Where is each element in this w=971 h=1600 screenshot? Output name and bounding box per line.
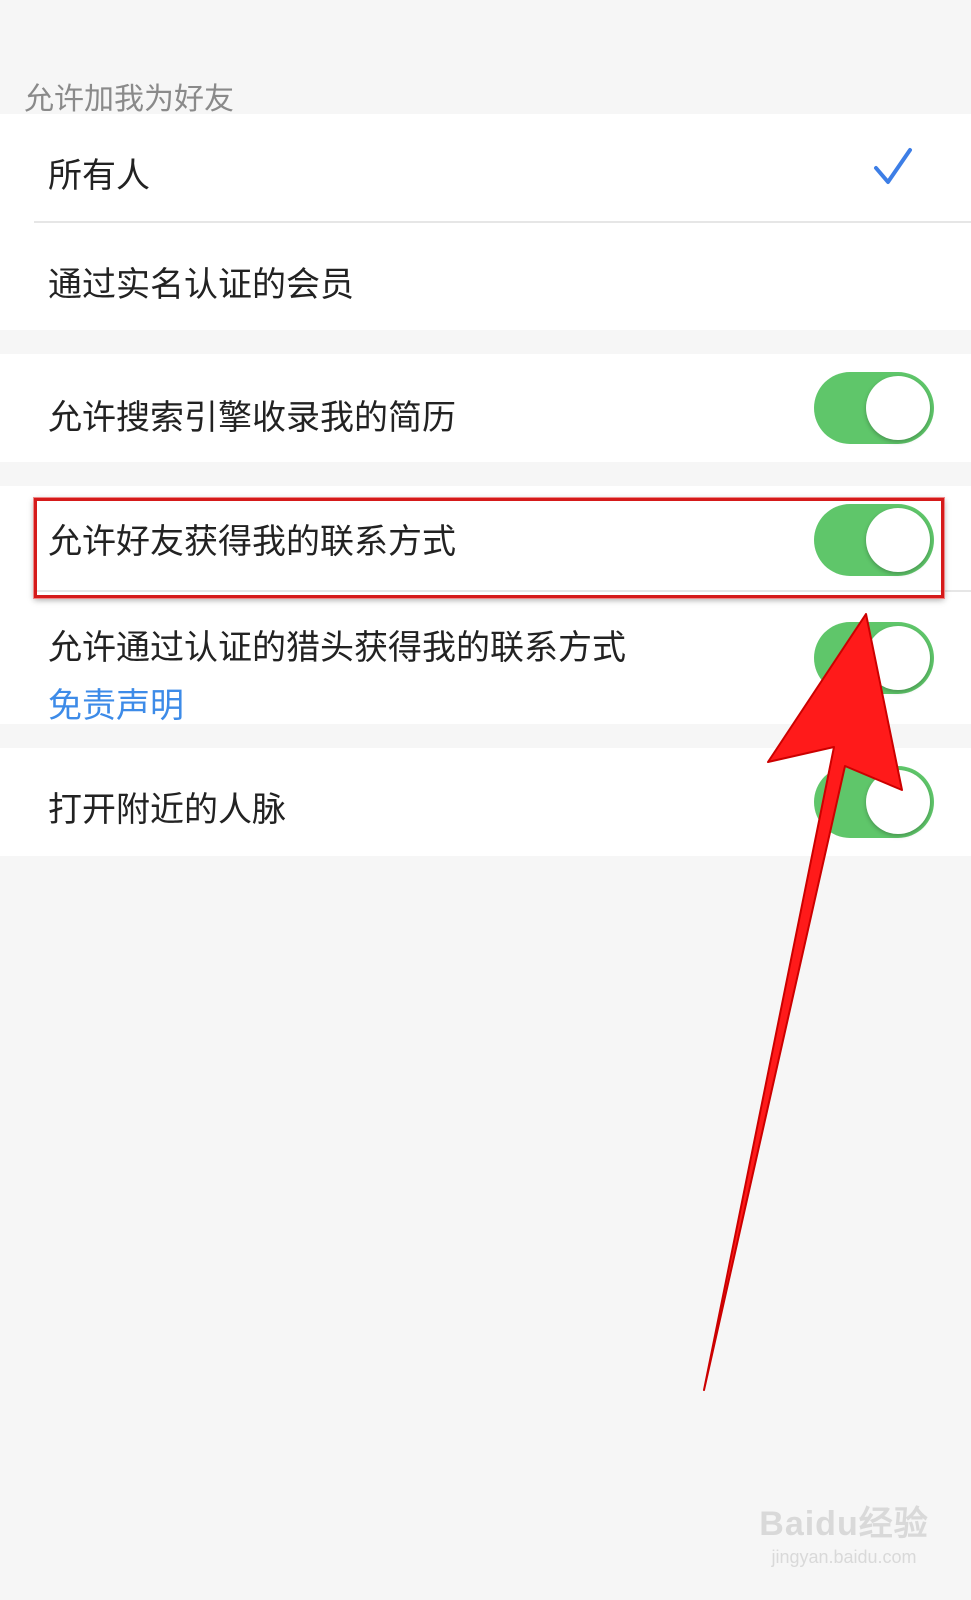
option-everyone-label: 所有人 xyxy=(48,156,150,196)
toggle-knob xyxy=(866,770,930,834)
checkmark-icon xyxy=(874,148,912,184)
friend-options-group: 所有人 通过实名认证的会员 xyxy=(0,114,971,330)
search-engine-label: 允许搜索引擎收录我的简历 xyxy=(48,398,456,438)
nearby-row: 打开附近的人脉 xyxy=(0,748,971,856)
headhunter-contact-row: 允许通过认证的猎头获得我的联系方式 免责声明 xyxy=(0,592,971,727)
search-engine-group: 允许搜索引擎收录我的简历 xyxy=(0,354,971,462)
headhunter-contact-toggle[interactable] xyxy=(814,622,934,694)
watermark-logo: Baidu经验 xyxy=(759,1505,929,1543)
toggle-knob xyxy=(866,376,930,440)
option-verified-members[interactable]: 通过实名认证的会员 xyxy=(0,223,971,330)
nearby-label: 打开附近的人脉 xyxy=(48,790,286,830)
headhunter-contact-label: 允许通过认证的猎头获得我的联系方式 xyxy=(48,628,626,668)
watermark-url: jingyan.baidu.com xyxy=(771,1547,917,1567)
search-engine-row: 允许搜索引擎收录我的简历 xyxy=(0,354,971,462)
disclaimer-link[interactable]: 免责声明 xyxy=(48,678,184,727)
highlight-box xyxy=(33,497,945,599)
nearby-toggle[interactable] xyxy=(814,766,934,838)
search-engine-toggle[interactable] xyxy=(814,372,934,444)
option-verified-members-label: 通过实名认证的会员 xyxy=(48,265,354,305)
nearby-group: 打开附近的人脉 xyxy=(0,748,971,856)
option-everyone[interactable]: 所有人 xyxy=(0,114,971,222)
toggle-knob xyxy=(866,626,930,690)
watermark: Baidu经验 jingyan.baidu.com xyxy=(744,1496,944,1576)
section-title: 允许加我为好友 xyxy=(24,82,234,117)
